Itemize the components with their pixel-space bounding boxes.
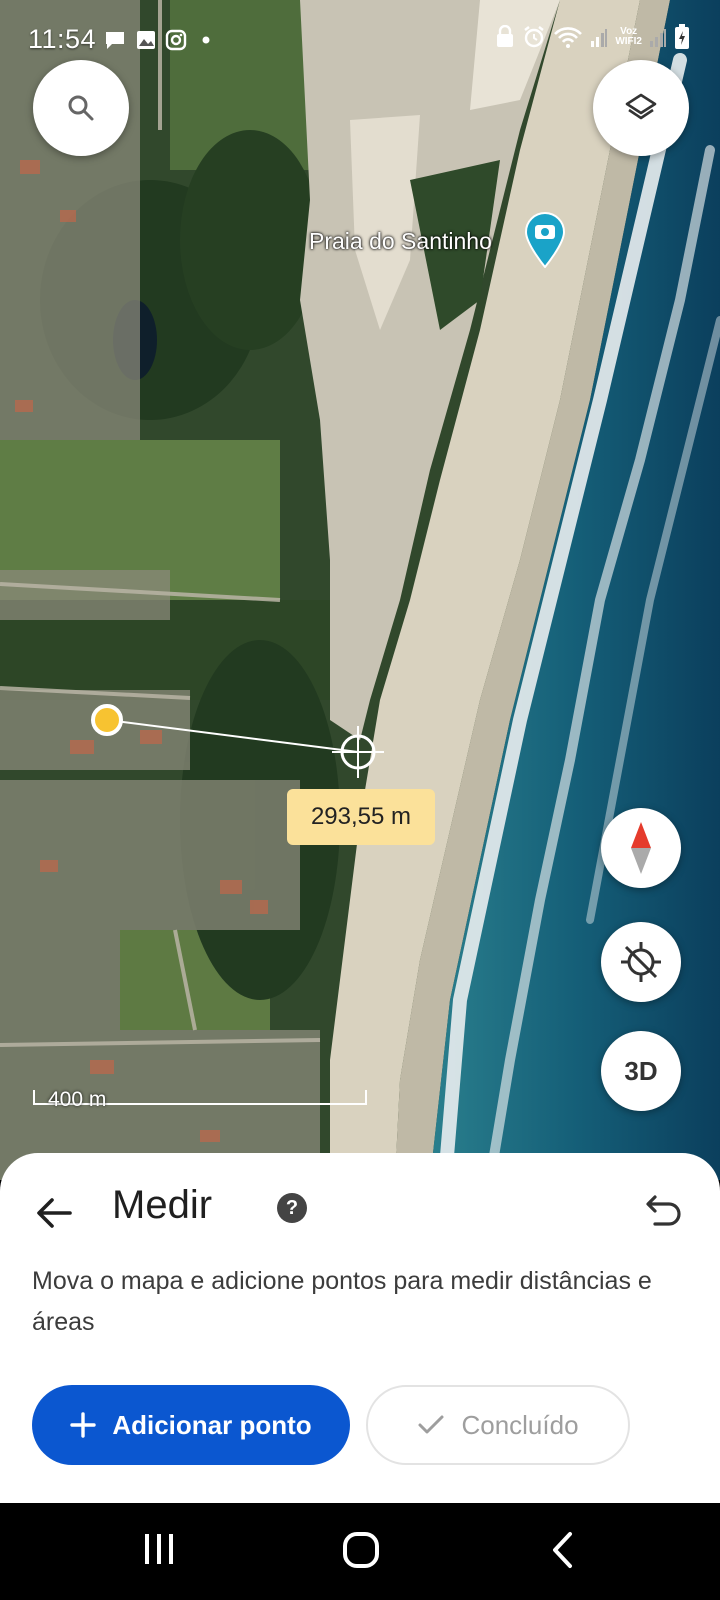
search-icon xyxy=(68,95,94,121)
plus-icon xyxy=(70,1412,97,1438)
navigation-bar xyxy=(0,1503,720,1600)
voz-label-line2: WIFI2 xyxy=(615,36,642,47)
check-icon xyxy=(418,1415,444,1434)
status-right-icons: Voz WIFI2 xyxy=(495,24,690,50)
signal-icon-2 xyxy=(650,29,666,47)
camera-pin-icon[interactable] xyxy=(524,212,566,268)
measurement-overlay xyxy=(91,704,384,778)
location-disabled-icon xyxy=(621,942,661,982)
distance-label: 293,55 m xyxy=(287,789,435,845)
done-button[interactable]: Concluído xyxy=(366,1385,630,1465)
compass-icon xyxy=(631,822,651,874)
back-icon[interactable] xyxy=(550,1531,576,1569)
compass-button[interactable] xyxy=(601,808,681,888)
dot-icon xyxy=(202,36,210,44)
place-label[interactable]: Praia do Santinho xyxy=(309,228,492,255)
crosshair-icon xyxy=(332,726,384,778)
gallery-icon xyxy=(137,31,155,49)
sheet-description: Mova o mapa e adicione pontos para medir… xyxy=(32,1267,652,1336)
layers-icon xyxy=(625,93,657,120)
add-point-button[interactable]: Adicionar ponto xyxy=(32,1385,350,1465)
status-bar: 11:54 Voz WIFI2 xyxy=(0,0,720,80)
recents-icon[interactable] xyxy=(142,1531,176,1567)
voz-wifi-label: Voz WIFI2 xyxy=(615,27,642,47)
signal-icon xyxy=(591,29,608,47)
measure-sheet: Medir ? Mova o mapa e adicione pontos pa… xyxy=(0,1153,720,1503)
sheet-title: Medir xyxy=(112,1183,213,1227)
battery-icon xyxy=(675,24,689,49)
back-arrow-icon[interactable] xyxy=(32,1191,76,1235)
alarm-icon xyxy=(524,26,545,48)
lock-icon xyxy=(497,25,514,47)
scale-label: 400 m xyxy=(48,1088,107,1111)
undo-icon[interactable] xyxy=(643,1189,685,1231)
measurement-line xyxy=(106,719,359,753)
instagram-icon xyxy=(165,29,187,51)
status-time: 11:54 xyxy=(28,24,97,54)
start-point-marker xyxy=(91,704,123,736)
wifi-icon xyxy=(554,27,583,48)
help-icon[interactable]: ? xyxy=(277,1193,307,1223)
location-button[interactable] xyxy=(601,922,681,1002)
3d-button[interactable]: 3D xyxy=(601,1031,681,1111)
add-point-label: Adicionar ponto xyxy=(112,1409,312,1440)
message-icon xyxy=(106,32,124,49)
home-icon[interactable] xyxy=(342,1531,380,1569)
done-label: Concluído xyxy=(461,1409,579,1440)
satellite-map[interactable]: Praia do Santinho 293,55 m 400 m 3D xyxy=(0,0,720,1180)
